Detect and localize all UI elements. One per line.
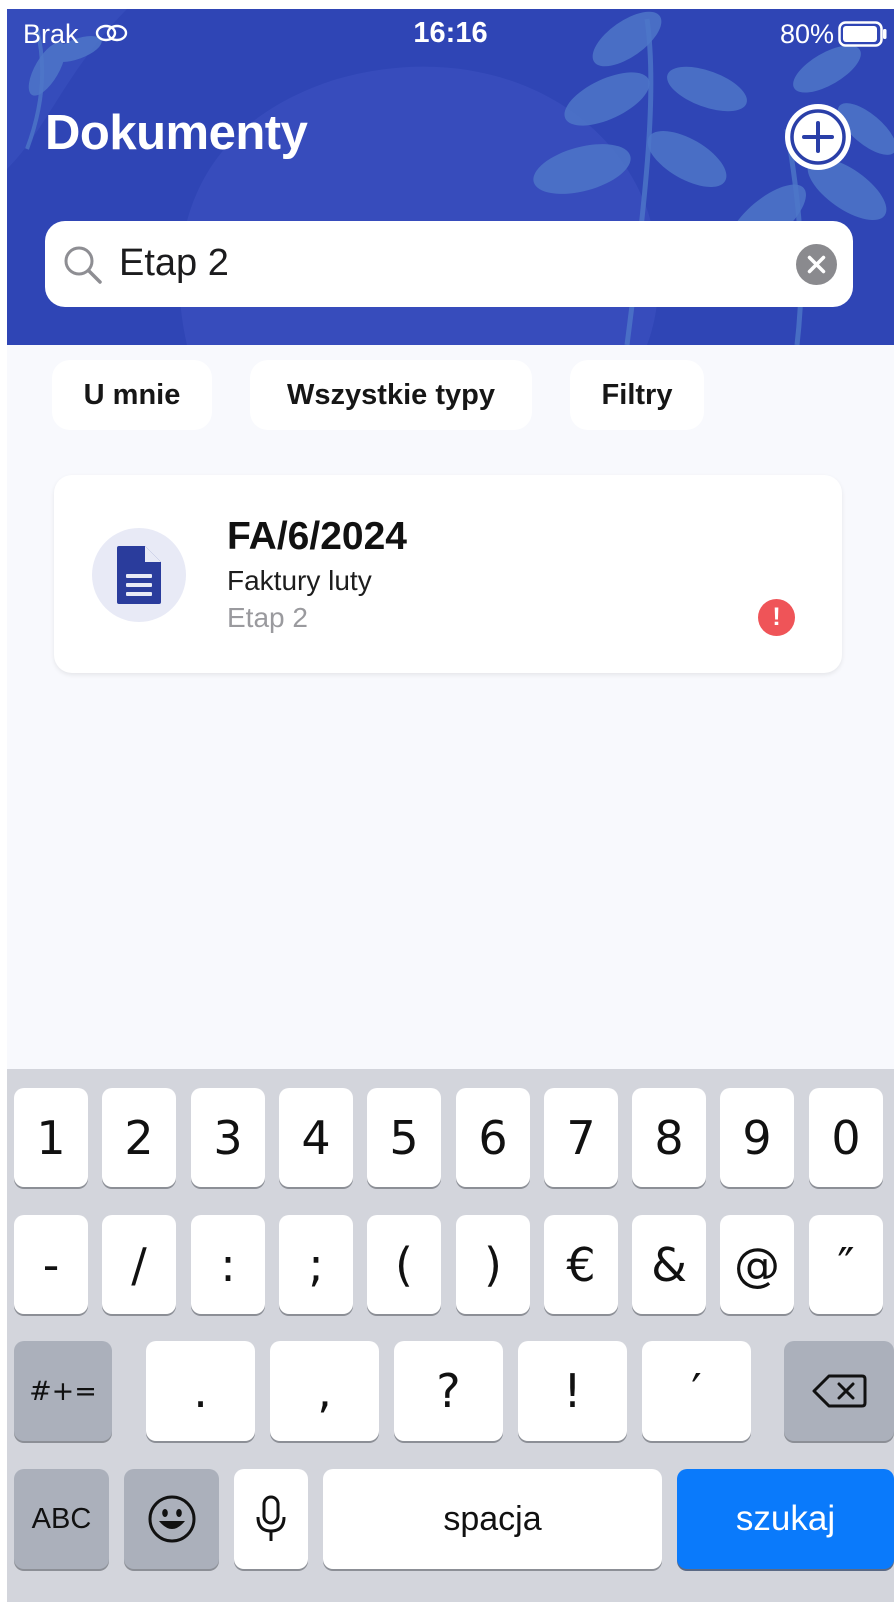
page-title: Dokumenty <box>45 106 308 160</box>
search-bar <box>45 221 853 307</box>
clear-search-button[interactable] <box>796 244 837 285</box>
key-close-paren[interactable]: ) <box>456 1215 530 1314</box>
document-icon <box>117 546 161 604</box>
microphone-icon <box>256 1495 286 1541</box>
emoji-key[interactable] <box>124 1469 219 1569</box>
key-more-symbols[interactable]: #+= <box>14 1341 112 1441</box>
key-question[interactable]: ? <box>394 1341 503 1441</box>
filter-more-chip[interactable]: Filtry <box>570 360 704 430</box>
key-euro[interactable]: € <box>544 1215 618 1314</box>
document-stage: Etap 2 <box>227 602 308 633</box>
key-period[interactable]: . <box>146 1341 255 1441</box>
battery-icon <box>838 21 887 47</box>
search-input[interactable] <box>119 235 759 291</box>
space-key[interactable]: spacja <box>323 1469 662 1569</box>
emoji-icon <box>148 1495 195 1543</box>
key-colon[interactable]: : <box>191 1215 265 1314</box>
key-4[interactable]: 4 <box>279 1088 353 1187</box>
app-screen: Brak 16:16 80% Dokumenty Etap 2 U mnie W… <box>7 9 894 1602</box>
key-0[interactable]: 0 <box>809 1088 883 1187</box>
plus-icon <box>790 109 846 165</box>
key-semicolon[interactable]: ; <box>279 1215 353 1314</box>
key-2[interactable]: 2 <box>102 1088 176 1187</box>
document-card[interactable]: FA/6/2024 Faktury luty Etap 2 ! <box>54 475 842 673</box>
key-7[interactable]: 7 <box>544 1088 618 1187</box>
dictation-key[interactable] <box>234 1469 308 1569</box>
backspace-key[interactable] <box>784 1341 894 1441</box>
add-document-button[interactable] <box>785 104 851 170</box>
status-bar: Brak 16:16 80% <box>7 9 894 57</box>
key-hyphen[interactable]: - <box>14 1215 88 1314</box>
key-ampersand[interactable]: & <box>632 1215 706 1314</box>
key-at[interactable]: @ <box>720 1215 794 1314</box>
key-comma[interactable]: , <box>270 1341 379 1441</box>
key-3[interactable]: 3 <box>191 1088 265 1187</box>
key-9[interactable]: 9 <box>720 1088 794 1187</box>
filter-mine-chip[interactable]: U mnie <box>52 360 212 430</box>
key-slash[interactable]: / <box>102 1215 176 1314</box>
battery-percentage: 80% <box>779 19 834 49</box>
document-avatar <box>92 528 186 622</box>
search-icon <box>64 246 102 284</box>
filter-types-chip[interactable]: Wszystkie typy <box>250 360 532 430</box>
key-5[interactable]: 5 <box>367 1088 441 1187</box>
search-key[interactable]: szukaj <box>677 1469 894 1569</box>
key-1[interactable]: 1 <box>14 1088 88 1187</box>
key-abc[interactable]: ABC <box>14 1469 109 1569</box>
header: Brak 16:16 80% Dokumenty <box>7 9 894 345</box>
key-8[interactable]: 8 <box>632 1088 706 1187</box>
key-exclamation[interactable]: ! <box>518 1341 627 1441</box>
clock: 16:16 <box>413 17 488 49</box>
key-apostrophe[interactable]: ′ <box>642 1341 751 1441</box>
key-quote[interactable]: ″ <box>809 1215 883 1314</box>
document-number: FA/6/2024 <box>227 515 407 558</box>
backspace-icon <box>812 1374 867 1408</box>
key-open-paren[interactable]: ( <box>367 1215 441 1314</box>
document-name: Faktury luty <box>227 565 372 596</box>
alert-icon: ! <box>758 599 795 636</box>
key-6[interactable]: 6 <box>456 1088 530 1187</box>
close-icon <box>807 255 826 274</box>
keyboard: 1 2 3 4 5 6 7 8 9 0 - / : ; ( ) € & @ ″ … <box>7 1069 894 1602</box>
